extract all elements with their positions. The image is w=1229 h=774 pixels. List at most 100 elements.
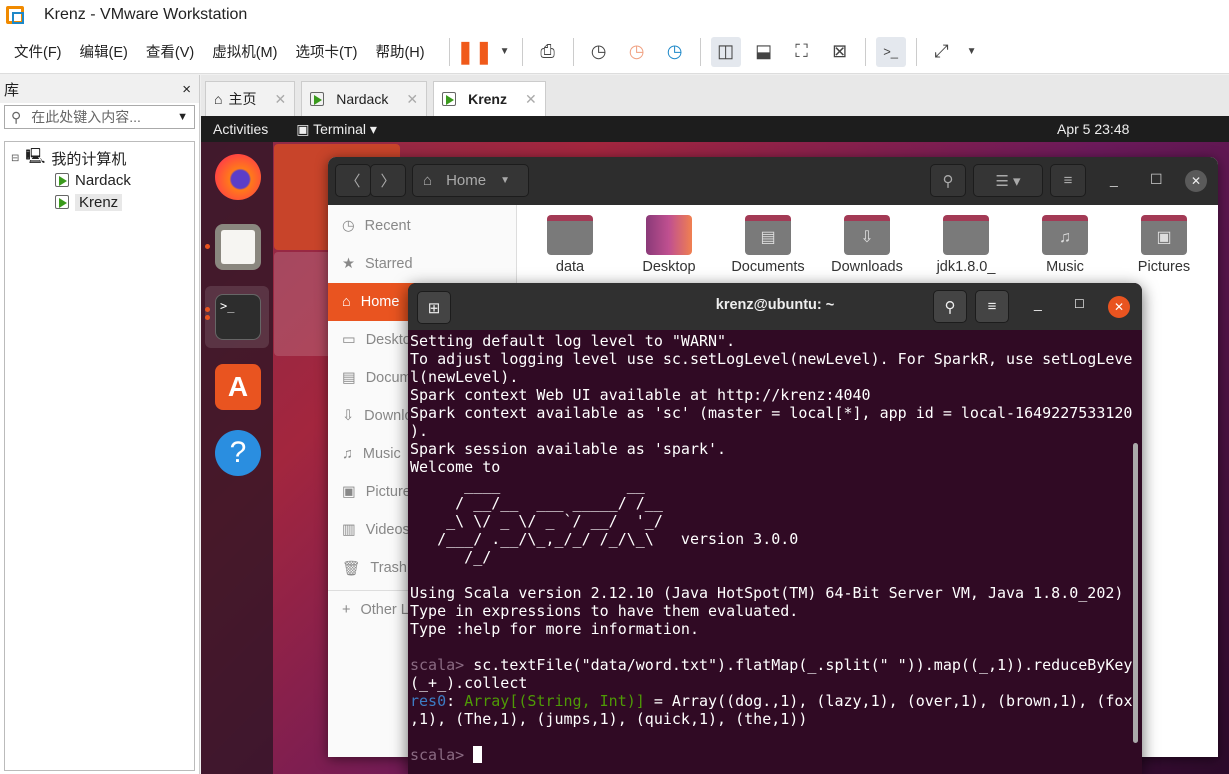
close-icon[interactable]: ✕ bbox=[525, 91, 537, 108]
folder-music[interactable]: ♫ Music bbox=[1015, 215, 1115, 275]
clock[interactable]: Apr 5 23:48 bbox=[1057, 121, 1129, 137]
maximize-button[interactable]: ☐ bbox=[1150, 171, 1163, 188]
download-icon: ⇩ bbox=[342, 408, 355, 424]
tree-item-krenz[interactable]: Krenz bbox=[5, 191, 194, 213]
firefox-icon[interactable] bbox=[215, 154, 261, 200]
tab-krenz[interactable]: Krenz ✕ bbox=[433, 81, 546, 116]
title-bar: Krenz - VMware Workstation bbox=[0, 0, 1229, 30]
forward-button[interactable]: 〉 bbox=[370, 164, 406, 197]
prompt: scala> bbox=[410, 656, 465, 674]
menu-vm[interactable]: 虚拟机(M) bbox=[212, 41, 277, 62]
picture-icon: ▣ bbox=[1141, 215, 1187, 255]
close-button[interactable]: ✕ bbox=[1108, 296, 1130, 318]
prompt: scala> bbox=[410, 746, 465, 764]
music-icon: ♫ bbox=[1042, 215, 1088, 255]
home-icon: ⌂ bbox=[214, 91, 223, 107]
folder-documents[interactable]: ▤ Documents bbox=[718, 215, 818, 275]
menu-tabs[interactable]: 选项卡(T) bbox=[295, 41, 357, 62]
scrollbar[interactable] bbox=[1133, 443, 1138, 743]
tab-nardack[interactable]: Nardack ✕ bbox=[301, 81, 428, 116]
minimize-button[interactable]: _ bbox=[1034, 295, 1042, 311]
folder-desktop[interactable]: Desktop bbox=[619, 215, 719, 275]
vm-screen[interactable]: Activities ▣ Terminal ▾ Apr 5 23:48 >_ A… bbox=[201, 116, 1229, 774]
tab-home[interactable]: ⌂ 主页 ✕ bbox=[205, 81, 296, 116]
close-button[interactable]: ✕ bbox=[1185, 170, 1207, 192]
vm-icon bbox=[55, 195, 69, 209]
software-center-icon[interactable]: A bbox=[215, 364, 261, 410]
folder-icon bbox=[547, 215, 593, 255]
music-icon: ♫ bbox=[342, 446, 353, 462]
result-name: res0 bbox=[410, 692, 447, 710]
library-search-input[interactable]: ⚲ 在此处键入内容... ▼ bbox=[4, 105, 195, 129]
chevron-down-icon[interactable]: ▼ bbox=[177, 111, 188, 123]
menu-bar: 文件(F) 编辑(E) 查看(V) 虚拟机(M) 选项卡(T) 帮助(H) ❚❚… bbox=[0, 30, 1229, 74]
folder-jdk[interactable]: jdk1.8.0_ bbox=[916, 215, 1016, 275]
activities-button[interactable]: Activities bbox=[213, 121, 268, 137]
send-ctrl-alt-del-icon[interactable]: ⎙ bbox=[533, 37, 563, 67]
search-button[interactable]: ⚲ bbox=[933, 290, 967, 323]
menu-view[interactable]: 查看(V) bbox=[146, 41, 194, 62]
revert-snapshot-icon[interactable]: ◷ bbox=[622, 37, 652, 67]
maximize-button[interactable]: ☐ bbox=[1074, 297, 1085, 311]
desktop-folder-icon bbox=[646, 215, 692, 255]
vm-icon bbox=[55, 173, 69, 187]
files-icon[interactable] bbox=[215, 224, 261, 270]
menu-file[interactable]: 文件(F) bbox=[14, 41, 62, 62]
pause-icon[interactable]: ❚❚ bbox=[456, 37, 493, 67]
sidebar-item-recent[interactable]: ◷ Recent bbox=[328, 207, 516, 245]
library-panel: 库 × ⚲ 在此处键入内容... ▼ ⊟ 🖳 我的计算机 Nardack Krenz bbox=[0, 75, 200, 774]
location-bar[interactable]: ⌂ Home ▼ bbox=[412, 164, 529, 197]
chevron-down-icon[interactable]: ▼ bbox=[965, 37, 979, 67]
help-icon[interactable]: ? bbox=[215, 430, 261, 476]
tree-item-my-computer[interactable]: ⊟ 🖳 我的计算机 bbox=[5, 147, 194, 169]
terminal-output[interactable]: Setting default log level to "WARN". To … bbox=[410, 330, 1132, 764]
thumbnail-view-icon[interactable]: ⬓ bbox=[749, 37, 779, 67]
folder-pictures[interactable]: ▣ Pictures bbox=[1114, 215, 1214, 275]
video-icon: ▥ bbox=[342, 522, 356, 538]
console-icon[interactable]: >_ bbox=[875, 36, 906, 67]
menu-edit[interactable]: 编辑(E) bbox=[80, 41, 128, 62]
desktop-icon: ▭ bbox=[342, 332, 356, 348]
tree-item-nardack[interactable]: Nardack bbox=[5, 169, 194, 191]
app-menu-terminal[interactable]: ▣ Terminal ▾ bbox=[296, 121, 377, 138]
terminal-title: krenz@ubuntu: ~ bbox=[715, 297, 835, 313]
library-view-icon[interactable]: ◫ bbox=[710, 36, 741, 67]
command: sc.textFile("data/word.txt").flatMap(_.s… bbox=[410, 656, 1133, 692]
sidebar-item-starred[interactable]: ★ Starred bbox=[328, 245, 516, 283]
ubuntu-top-bar: Activities ▣ Terminal ▾ Apr 5 23:48 bbox=[201, 116, 1229, 142]
picture-icon: ▣ bbox=[342, 484, 356, 500]
back-button[interactable]: 〈 bbox=[335, 164, 371, 197]
snapshot-icon[interactable]: ◷ bbox=[584, 37, 614, 67]
chevron-down-icon: ▼ bbox=[500, 175, 510, 186]
clock-icon: ◷ bbox=[342, 218, 355, 234]
home-icon: ⌂ bbox=[423, 172, 433, 189]
view-list-button[interactable]: ☰ ▾ bbox=[973, 164, 1043, 197]
vm-icon bbox=[442, 92, 457, 106]
plus-icon: + bbox=[342, 602, 351, 618]
chevron-down-icon[interactable]: ▼ bbox=[498, 37, 512, 67]
folder-downloads[interactable]: ⇩ Downloads bbox=[817, 215, 917, 275]
fullscreen-icon[interactable]: ⛶ bbox=[787, 37, 817, 67]
document-icon: ▤ bbox=[342, 370, 356, 386]
snapshot-manager-icon[interactable]: ◷ bbox=[660, 37, 690, 67]
folder-data[interactable]: data bbox=[520, 215, 620, 275]
unity-icon[interactable]: ⊠ bbox=[825, 37, 855, 67]
library-tree: ⊟ 🖳 我的计算机 Nardack Krenz bbox=[4, 141, 195, 771]
menu-button[interactable]: ≡ bbox=[975, 290, 1009, 323]
terminal-icon: ▣ bbox=[296, 120, 314, 137]
close-icon[interactable]: × bbox=[182, 81, 191, 98]
vmware-logo-icon bbox=[6, 6, 24, 24]
search-icon: ⚲ bbox=[11, 108, 22, 125]
vm-icon bbox=[310, 92, 325, 106]
close-icon[interactable]: ✕ bbox=[406, 91, 418, 108]
menu-button[interactable]: ≡ bbox=[1050, 164, 1086, 197]
terminal-window[interactable]: ⊞ krenz@ubuntu: ~ ⚲ ≡ _ ☐ ✕ Setting defa… bbox=[408, 283, 1142, 774]
dock: >_ A ? bbox=[201, 142, 273, 774]
menu-help[interactable]: 帮助(H) bbox=[375, 41, 424, 62]
close-icon[interactable]: ✕ bbox=[274, 91, 286, 108]
minimize-button[interactable]: _ bbox=[1110, 171, 1118, 187]
search-button[interactable]: ⚲ bbox=[930, 164, 966, 197]
stretch-icon[interactable]: ⤢ bbox=[927, 37, 957, 67]
computer-icon: 🖳 bbox=[25, 147, 46, 165]
terminal-icon[interactable]: >_ bbox=[215, 294, 261, 340]
